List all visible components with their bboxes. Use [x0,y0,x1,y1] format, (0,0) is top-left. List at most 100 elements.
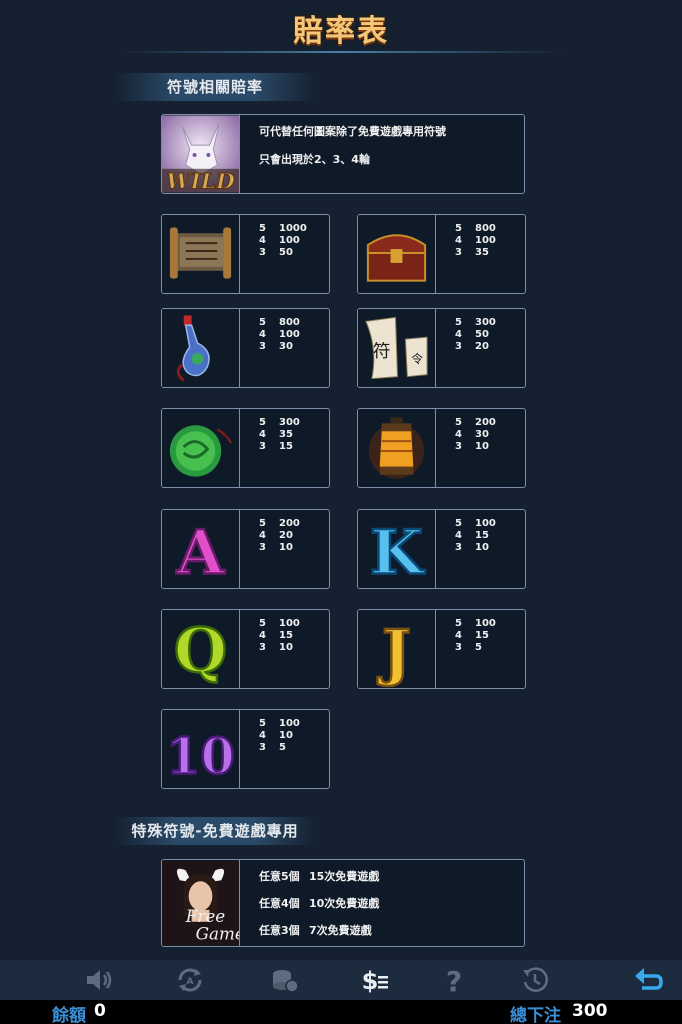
svg-text:J: J [377,618,411,688]
payout-count: 5 [259,518,266,529]
payout-row: 5 200 [455,417,496,429]
section-special-symbols: 特殊符號-免費遊戲專用 [115,817,315,845]
payout-value: 30 [475,429,489,440]
symbol-card: 10 5 100 4 10 3 5 [161,709,330,789]
payout-row: 3 50 [259,247,307,259]
payout-row: 5 800 [455,223,496,235]
number-10-icon: 10 [162,710,240,788]
free-game-row: 任意4個 10次免費遊戲 [259,895,379,911]
free-game-reward: 10次免費遊戲 [309,897,380,910]
payout-count: 5 [259,223,266,234]
payout-count: 3 [455,542,462,553]
svg-text:符: 符 [373,341,391,362]
payout-row: 4 10 [259,730,300,742]
payout-count: 5 [455,417,462,428]
free-game-count: 任意3個 [259,924,300,937]
payout-value: 20 [279,530,293,541]
free-game-girl-icon: Free Game [162,860,240,946]
autospin-button[interactable]: A [170,964,210,996]
jade-orb-icon [162,409,240,487]
payout-count: 3 [455,441,462,452]
payout-count: 3 [455,247,462,258]
free-game-reward: 7次免費遊戲 [309,924,372,937]
total-bet-label: 總下注 [510,1006,561,1024]
payout-count: 3 [259,341,266,352]
payout-count: 5 [259,317,266,328]
letter-q-icon: Q [162,610,240,688]
sound-button[interactable] [78,964,118,996]
free-game-row: 任意5個 15次免費遊戲 [259,868,379,884]
payout-count: 4 [259,235,266,246]
symbol-card: Q 5 100 4 15 3 10 [161,609,330,689]
payout-value: 300 [279,417,300,428]
talisman-icon: 符令 [358,309,436,387]
wild-card: WILD 可代替任何圖案除了免費遊戲專用符號 只會出現於2、3、4輪 [161,114,525,194]
payout-value: 100 [279,618,300,629]
payout-value: 30 [279,341,293,352]
payout-value: 10 [475,542,489,553]
payout-count: 4 [455,530,462,541]
payout-value: 10 [279,642,293,653]
payout-row: 4 15 [455,530,496,542]
payout-value: 200 [279,518,300,529]
payout-count: 4 [455,235,462,246]
status-bar: 餘額 0 總下注 300 [0,1000,682,1024]
symbol-card: 5 1000 4 100 3 50 [161,214,330,294]
svg-text:Q: Q [174,616,227,687]
back-button[interactable] [628,964,668,996]
payout-row: 3 20 [455,341,496,353]
payout-row: 3 10 [455,441,496,453]
help-icon: ? [446,965,462,998]
back-arrow-icon [635,968,663,990]
wild-description: 可代替任何圖案除了免費遊戲專用符號 [259,125,446,138]
payout-value: 20 [475,341,489,352]
payout-row: 35 [455,642,496,654]
wild-fox-icon: WILD [162,115,240,193]
payout-count: 4 [259,730,266,741]
payout-value: 10 [475,441,489,452]
payout-row: 5 300 [259,417,300,429]
payout-row: 35 [259,742,300,754]
payout-table: 5 300 4 50 3 20 [455,317,496,353]
bet-chips-icon [273,970,299,993]
free-game-card: Free Game 任意5個 15次免費遊戲 任意4個 10次免費遊戲 任意3個 7次… [161,859,525,947]
payout-count: 4 [259,630,266,641]
payout-count: 4 [259,530,266,541]
history-button[interactable] [515,964,555,996]
payout-table: 5 800 4 100 3 35 [455,223,496,259]
payout-row: 3 30 [259,341,300,353]
payout-row: 5 800 [259,317,300,329]
help-button[interactable]: ? [434,964,474,998]
payout-value: 50 [475,329,489,340]
paytable-header: 賠率表 [0,0,682,54]
payout-count: 5 [259,417,266,428]
payout-value: 10 [279,542,293,553]
payout-value: 800 [475,223,496,234]
payout-count: 4 [455,630,462,641]
svg-text:A: A [187,977,194,987]
balance-label: 餘額 [52,1006,86,1024]
payout-row: 3 10 [455,542,496,554]
payout-value: 15 [279,441,293,452]
payout-count: 4 [259,429,266,440]
paytable-button[interactable]: $ [355,964,395,996]
treasure-chest-icon [358,215,436,293]
letter-a-icon: A [162,510,240,588]
symbol-card: K 5 100 4 15 3 10 [357,509,526,589]
payout-table: 5 100 4 15 3 10 [259,618,300,654]
payout-value: 200 [475,417,496,428]
payout-row: 5 300 [455,317,496,329]
payout-count: 4 [455,429,462,440]
payout-value: 100 [475,518,496,529]
payout-value: 1000 [279,223,307,234]
symbol-card: 5 800 4 100 3 30 [161,308,330,388]
balance-value: 0 [94,1001,106,1021]
payout-count: 3 [259,642,266,653]
free-game-row: 任意3個 7次免費遊戲 [259,922,372,938]
payout-row: 5 100 [455,618,496,630]
payout-row: 4 100 [455,235,496,247]
payout-count: 4 [259,329,266,340]
payout-row: 4 100 [259,235,307,247]
symbol-card: 5 200 4 30 3 10 [357,408,526,488]
bet-chips-button[interactable] [264,964,304,996]
